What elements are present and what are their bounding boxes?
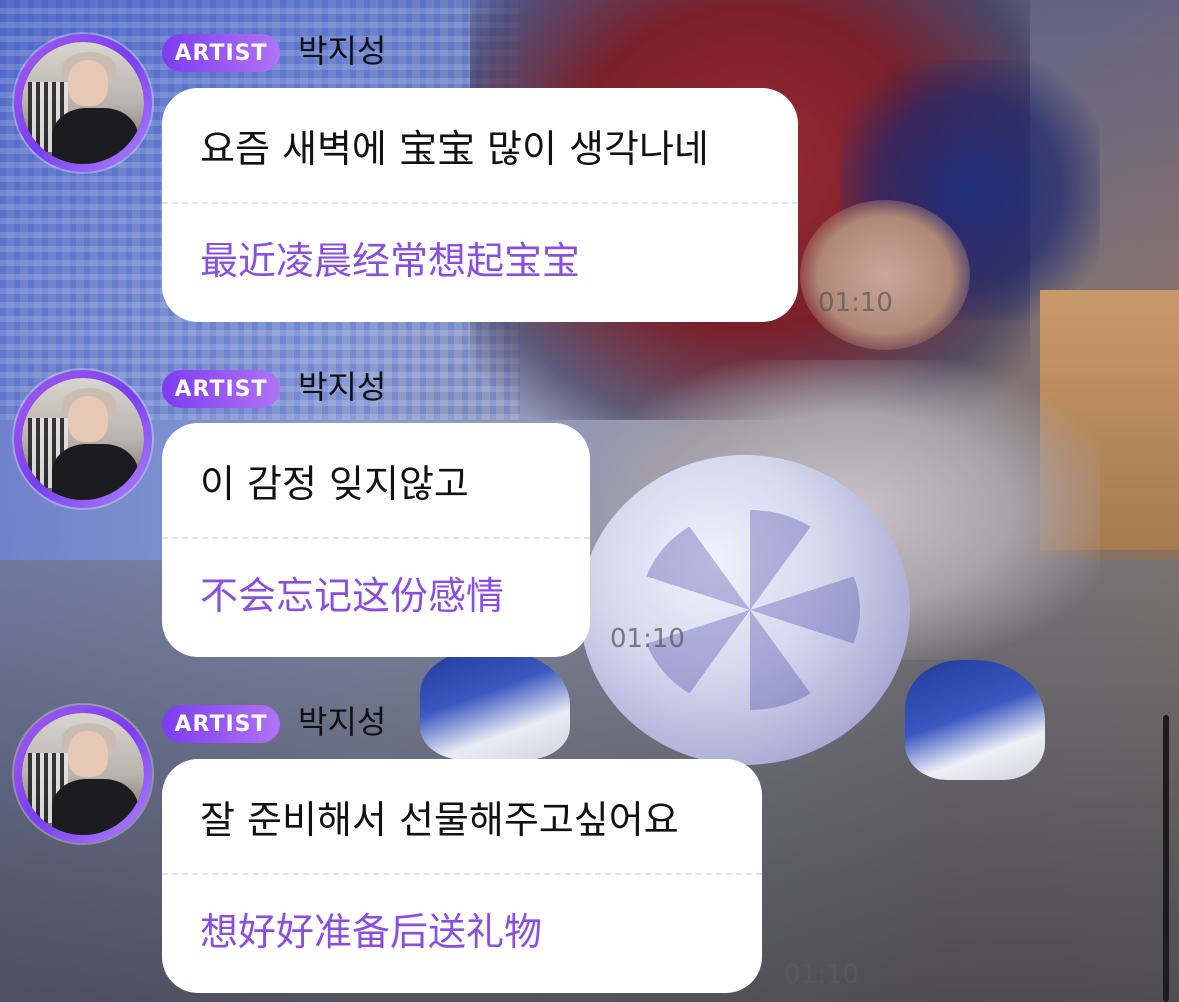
- artist-avatar[interactable]: [14, 705, 152, 843]
- message-bubble[interactable]: 잘 준비해서 선물해주고싶어요 想好好准备后送礼物: [162, 759, 762, 993]
- sender-name[interactable]: 박지성: [298, 703, 386, 741]
- message-time: 01:10: [784, 960, 859, 990]
- chat-message: ARTIST 박지성 잘 준비해서 선물해주고싶어요 想好好准备后送礼物 01:…: [0, 0, 1179, 1002]
- scrollbar[interactable]: [1163, 715, 1169, 1002]
- artist-badge: ARTIST: [162, 705, 280, 743]
- message-translation: 想好好准备后送礼物: [200, 910, 543, 954]
- message-text: 잘 준비해서 선물해주고싶어요: [200, 798, 679, 842]
- translation-divider: [162, 873, 762, 875]
- avatar-photo: [22, 713, 144, 835]
